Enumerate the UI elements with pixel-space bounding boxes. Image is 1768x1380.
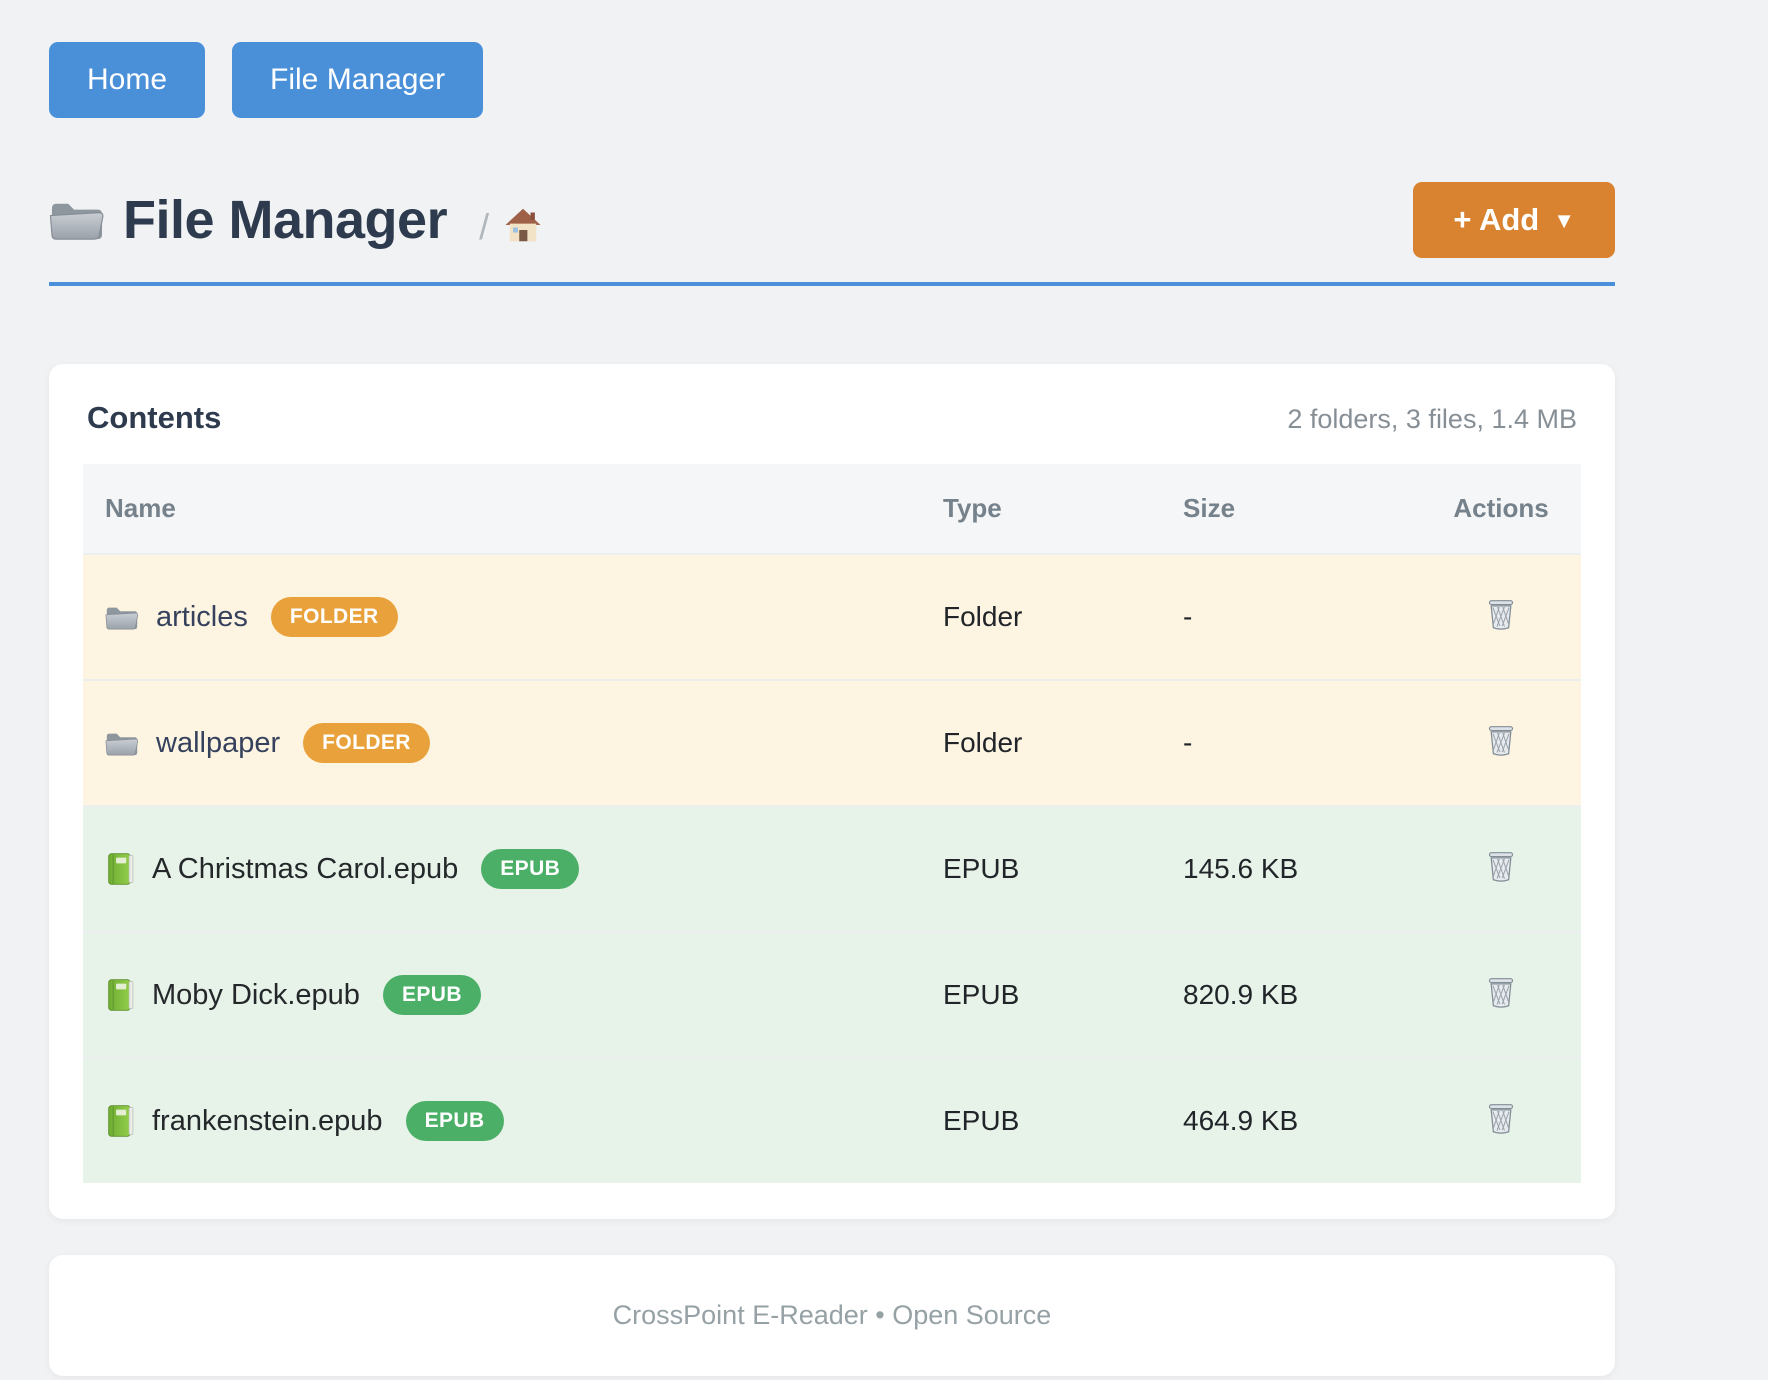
type-badge: FOLDER bbox=[303, 723, 430, 763]
breadcrumb-separator: / bbox=[479, 206, 489, 248]
folder-icon bbox=[105, 729, 139, 758]
footer-text: CrossPoint E-Reader • Open Source bbox=[613, 1300, 1052, 1330]
table-row: frankenstein.epub EPUB EPUB 464.9 KB bbox=[83, 1058, 1581, 1183]
cell-size: 820.9 KB bbox=[1161, 932, 1421, 1058]
chevron-down-icon: ▼ bbox=[1553, 208, 1575, 234]
page-header: File Manager / + Add ▼ bbox=[49, 182, 1615, 258]
trash-icon bbox=[1486, 997, 1516, 1012]
house-icon bbox=[503, 231, 543, 248]
item-name-link[interactable]: A Christmas Carol.epub bbox=[152, 853, 458, 886]
type-badge: EPUB bbox=[481, 849, 579, 889]
cell-type: Folder bbox=[921, 554, 1161, 680]
cell-type: EPUB bbox=[921, 932, 1161, 1058]
trash-icon bbox=[1486, 1123, 1516, 1138]
folder-icon bbox=[105, 603, 139, 632]
item-name-link[interactable]: Moby Dick.epub bbox=[152, 979, 360, 1012]
cell-size: - bbox=[1161, 680, 1421, 806]
contents-summary: 2 folders, 3 files, 1.4 MB bbox=[1287, 404, 1577, 435]
table-row: wallpaper FOLDER Folder - bbox=[83, 680, 1581, 806]
cell-type: EPUB bbox=[921, 806, 1161, 932]
delete-button[interactable] bbox=[1484, 722, 1518, 759]
column-header-size: Size bbox=[1161, 464, 1421, 554]
files-table: Name Type Size Actions articles FOLDER F… bbox=[83, 464, 1581, 1183]
delete-button[interactable] bbox=[1484, 596, 1518, 633]
delete-button[interactable] bbox=[1484, 974, 1518, 1011]
add-button-label: + Add bbox=[1453, 202, 1539, 238]
add-button[interactable]: + Add ▼ bbox=[1413, 182, 1615, 258]
footer-card: CrossPoint E-Reader • Open Source bbox=[49, 1255, 1615, 1376]
delete-button[interactable] bbox=[1484, 848, 1518, 885]
trash-icon bbox=[1486, 871, 1516, 886]
table-row: articles FOLDER Folder - bbox=[83, 554, 1581, 680]
nav-file-manager-button[interactable]: File Manager bbox=[232, 42, 483, 118]
item-name-link[interactable]: wallpaper bbox=[156, 727, 280, 760]
trash-icon bbox=[1486, 745, 1516, 760]
table-row: A Christmas Carol.epub EPUB EPUB 145.6 K… bbox=[83, 806, 1581, 932]
nav-home-button[interactable]: Home bbox=[49, 42, 205, 118]
type-badge: EPUB bbox=[383, 975, 481, 1015]
column-header-type: Type bbox=[921, 464, 1161, 554]
table-row: Moby Dick.epub EPUB EPUB 820.9 KB bbox=[83, 932, 1581, 1058]
item-name-link[interactable]: frankenstein.epub bbox=[152, 1105, 383, 1138]
header-divider bbox=[49, 282, 1615, 286]
cell-type: Folder bbox=[921, 680, 1161, 806]
breadcrumb: / bbox=[479, 206, 543, 249]
file-manager-page: Home File Manager File Manager / + Add ▼ bbox=[0, 0, 1768, 1376]
trash-icon bbox=[1486, 619, 1516, 634]
table-header-row: Name Type Size Actions bbox=[83, 464, 1581, 554]
top-nav: Home File Manager bbox=[49, 42, 1615, 118]
column-header-name: Name bbox=[83, 464, 921, 554]
item-name-link[interactable]: articles bbox=[156, 601, 248, 634]
page-title: File Manager bbox=[123, 189, 447, 251]
cell-size: - bbox=[1161, 554, 1421, 680]
card-title: Contents bbox=[87, 400, 221, 436]
folder-icon bbox=[49, 195, 105, 245]
delete-button[interactable] bbox=[1484, 1100, 1518, 1137]
cell-size: 464.9 KB bbox=[1161, 1058, 1421, 1183]
column-header-actions: Actions bbox=[1421, 464, 1581, 554]
book-icon bbox=[105, 1104, 135, 1138]
contents-card: Contents 2 folders, 3 files, 1.4 MB Name… bbox=[49, 364, 1615, 1219]
book-icon bbox=[105, 978, 135, 1012]
cell-type: EPUB bbox=[921, 1058, 1161, 1183]
type-badge: EPUB bbox=[406, 1101, 504, 1141]
type-badge: FOLDER bbox=[271, 597, 398, 637]
book-icon bbox=[105, 852, 135, 886]
cell-size: 145.6 KB bbox=[1161, 806, 1421, 932]
breadcrumb-home-link[interactable] bbox=[503, 206, 543, 249]
